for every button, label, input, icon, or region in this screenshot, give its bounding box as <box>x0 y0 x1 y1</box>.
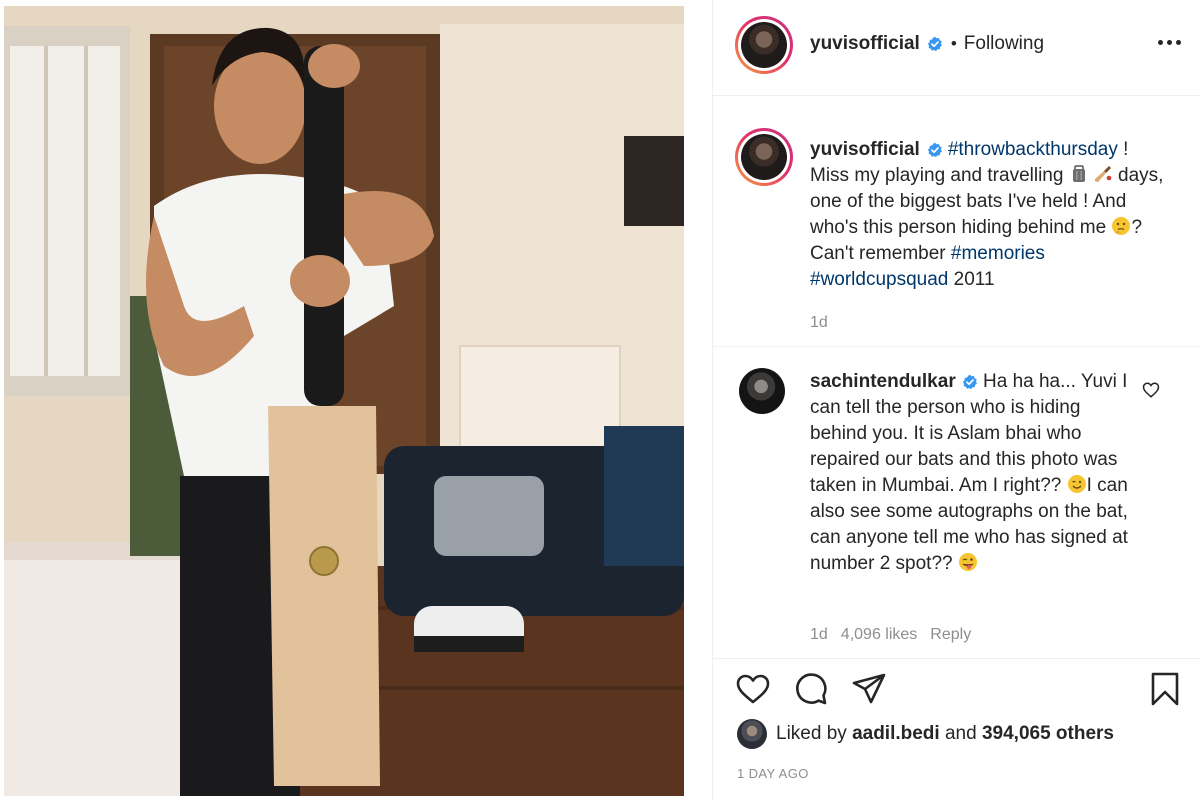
verified-badge-icon <box>927 142 942 158</box>
verified-badge-icon <box>962 374 977 390</box>
author-username[interactable]: yuvisofficial <box>810 33 920 55</box>
following-button[interactable]: Following <box>964 33 1044 55</box>
post-photo-pane <box>0 0 712 800</box>
luggage-emoji-icon <box>1072 165 1085 182</box>
post-action-bar <box>713 658 1200 718</box>
hashtag-throwbackthursday[interactable]: #throwbackthursday <box>948 139 1118 160</box>
post-caption: yuvisofficial #throwbackthursday ! Miss m… <box>810 137 1170 293</box>
more-options-icon[interactable] <box>1158 40 1181 45</box>
post-photo-illustration <box>4 6 684 796</box>
likes-others-link[interactable]: 394,065 others <box>982 723 1114 745</box>
divider <box>713 346 1200 347</box>
post-header: yuvisofficial • Following <box>713 0 1200 96</box>
likes-prefix: Liked by <box>776 723 847 744</box>
caption-author-avatar[interactable] <box>735 128 793 186</box>
winking-face-emoji-icon <box>1067 475 1086 493</box>
paper-plane-icon[interactable] <box>851 671 887 707</box>
header-user-row: yuvisofficial • Following <box>810 33 1044 55</box>
post-timestamp: 1 DAY AGO <box>737 766 809 781</box>
comment-likes-count[interactable]: 4,096 likes <box>841 626 918 644</box>
bookmark-icon[interactable] <box>1147 671 1183 707</box>
caption-age: 1d <box>810 314 828 331</box>
comment-item: sachintendulkar Ha ha ha... Yuvi I can t… <box>810 369 1130 577</box>
verified-badge-icon <box>927 36 942 52</box>
comment-meta: 1d 4,096 likes Reply <box>810 626 971 644</box>
likes-summary: Liked by aadil.bedi and 394,065 others <box>737 719 1114 749</box>
post-detail-panel: yuvisofficial • Following yuvisofficial #… <box>712 0 1200 800</box>
comment-like-heart-icon[interactable] <box>1142 381 1160 399</box>
caption-username[interactable]: yuvisofficial <box>810 139 920 160</box>
liker-username[interactable]: aadil.bedi <box>852 723 940 745</box>
likes-middle: and <box>944 723 977 744</box>
zany-face-emoji-icon <box>958 553 977 571</box>
comment-bubble-icon[interactable] <box>793 671 829 707</box>
liker-avatar[interactable] <box>737 719 767 749</box>
thinking-face-emoji-icon <box>1112 217 1131 235</box>
commenter-avatar[interactable] <box>739 368 785 414</box>
caption-text-4: 2011 <box>948 269 995 290</box>
hashtag-memories[interactable]: #memories <box>951 243 1045 264</box>
commenter-username[interactable]: sachintendulkar <box>810 371 956 392</box>
post-photo[interactable] <box>4 6 684 796</box>
hashtag-worldcupsquad[interactable]: #worldcupsquad <box>810 269 948 290</box>
separator-dot: • <box>950 34 957 53</box>
comment-age: 1d <box>810 626 828 643</box>
heart-icon[interactable] <box>735 671 771 707</box>
cricket-bat-emoji-icon <box>1094 166 1112 182</box>
author-avatar[interactable] <box>735 16 793 74</box>
comment-reply-button[interactable]: Reply <box>930 626 971 644</box>
